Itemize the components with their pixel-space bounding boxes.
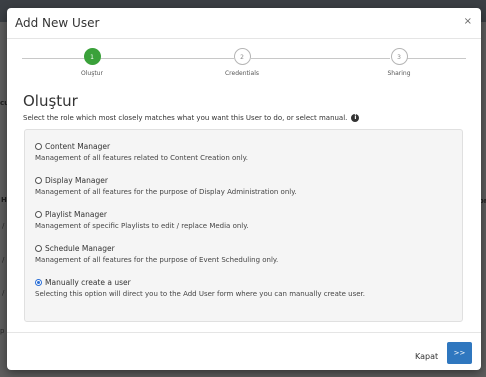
role-option-label: Display Manager [45, 176, 108, 185]
role-option-description: Management of specific Playlists to edit… [35, 222, 249, 230]
background-text-fragment: / [2, 289, 5, 297]
background-text-fragment: p [0, 327, 5, 335]
close-button[interactable]: Kapat [415, 352, 438, 361]
info-icon[interactable]: i [351, 114, 360, 122]
radio-button[interactable] [35, 143, 42, 150]
background-text-fragment: / [2, 222, 5, 230]
background-text-fragment: / [2, 256, 5, 264]
section-description: Select the role which most closely match… [23, 114, 360, 122]
role-option-playlist-manager[interactable]: Playlist Manager Management of specific … [35, 210, 249, 230]
role-options: Content Manager Management of all featur… [24, 129, 463, 322]
modal-footer: Kapat [7, 332, 481, 370]
radio-button[interactable] [35, 211, 42, 218]
role-option-label: Manually create a user [45, 278, 131, 287]
role-option-label: Schedule Manager [45, 244, 115, 253]
role-option-label: Content Manager [45, 142, 111, 151]
next-button[interactable]: >> [447, 342, 472, 364]
step-label: Oluştur [81, 70, 103, 77]
background-text-fragment: H [1, 196, 7, 204]
wizard-stepper: 1 Oluştur 2 Credentials 3 Sharing [7, 44, 481, 84]
role-option-manual[interactable]: Manually create a user Selecting this op… [35, 278, 365, 298]
radio-button-selected[interactable] [35, 279, 42, 286]
step-label: Credentials [224, 70, 259, 77]
modal-title: Add New User [15, 16, 100, 30]
step-3[interactable]: 3 Sharing [349, 48, 449, 77]
step-label: Sharing [387, 70, 411, 77]
role-option-description: Management of all features for the purpo… [35, 256, 279, 264]
role-option-content-manager[interactable]: Content Manager Management of all featur… [35, 142, 248, 162]
section-title: Oluştur [23, 92, 78, 110]
step-number: 3 [390, 48, 408, 65]
role-option-label: Playlist Manager [45, 210, 107, 219]
role-option-schedule-manager[interactable]: Schedule Manager Management of all featu… [35, 244, 278, 264]
role-option-display-manager[interactable]: Display Manager Management of all featur… [35, 176, 297, 196]
modal-header: Add New User × [7, 8, 481, 39]
close-icon[interactable]: × [464, 16, 472, 27]
add-user-modal: Add New User × 1 Oluştur 2 Credentials 3… [7, 8, 481, 370]
step-2[interactable]: 2 Credentials [192, 48, 292, 77]
role-option-description: Management of all features for the purpo… [35, 188, 297, 196]
step-number: 1 [83, 48, 101, 65]
role-option-description: Selecting this option will direct you to… [35, 290, 366, 298]
step-number: 2 [233, 48, 251, 65]
radio-button[interactable] [35, 177, 42, 184]
role-option-description: Management of all features related to Co… [35, 154, 249, 162]
step-1[interactable]: 1 Oluştur [42, 48, 142, 77]
radio-button[interactable] [35, 245, 42, 252]
section-description-text: Select the role which most closely match… [23, 114, 348, 122]
